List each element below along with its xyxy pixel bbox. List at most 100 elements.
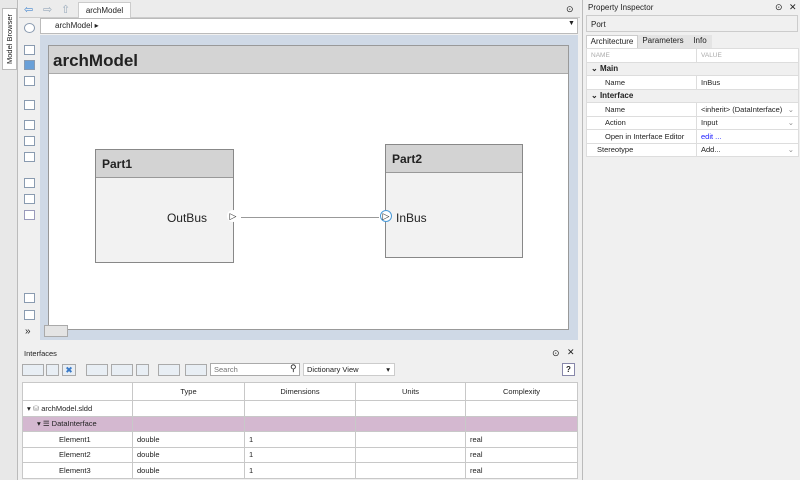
table-row[interactable]: Element2 double 1 real [22, 446, 578, 463]
inbus-port-label: InBus [396, 211, 427, 225]
table-row[interactable]: ▾ ⛁ archModel.sldd [22, 400, 578, 417]
component-icon[interactable] [24, 100, 35, 110]
diagram-canvas[interactable]: archModel Part1 OutBus ▷ Part2 InBus ▷ [40, 35, 578, 340]
element-units[interactable] [355, 431, 466, 448]
close-icon[interactable]: ✕ [567, 347, 575, 358]
element-type[interactable]: double [132, 446, 245, 463]
link-button[interactable] [158, 364, 180, 376]
up-arrow-icon[interactable]: ⇧ [61, 3, 70, 16]
breadcrumb-item[interactable]: archModel [55, 21, 92, 30]
component-part1[interactable]: Part1 OutBus ▷ [95, 149, 239, 263]
element-units[interactable] [355, 462, 466, 479]
inspector-menu-icon[interactable]: ⊙ [775, 2, 783, 13]
table-header: Type Dimensions Units Complexity [22, 382, 578, 401]
reference-icon[interactable] [24, 120, 35, 130]
section-main-label: Main [599, 64, 619, 74]
column-header-type[interactable]: Type [132, 382, 245, 401]
outbus-port-label: OutBus [166, 211, 207, 225]
hide-icon[interactable] [24, 23, 35, 33]
model-browser-tab[interactable]: Model Browser [2, 8, 17, 70]
column-header-dimensions[interactable]: Dimensions [244, 382, 356, 401]
assign-button[interactable] [185, 364, 207, 376]
connector-line[interactable] [241, 217, 379, 218]
panel-menu-icon[interactable]: ⊙ [552, 348, 560, 359]
element-units[interactable] [355, 446, 466, 463]
area-icon[interactable] [24, 210, 35, 220]
tab-menu-icon[interactable]: ⊙ [566, 4, 574, 15]
action-dropdown[interactable]: Input ⌄ [696, 115, 799, 130]
view-dropdown[interactable]: Dictionary View ▾ [303, 363, 395, 376]
action-label: Action [586, 115, 697, 130]
image-icon[interactable] [24, 194, 35, 204]
edit-link[interactable]: edit ... [696, 129, 799, 144]
value-column-header: VALUE [696, 48, 799, 63]
inbus-port[interactable]: ▷ [380, 210, 392, 222]
help-icon[interactable]: ? [562, 363, 575, 376]
search-icon: ⚲ [290, 363, 297, 373]
zoom-100-icon[interactable] [24, 76, 35, 86]
section-interface-label: Interface [599, 91, 634, 101]
element-dims[interactable]: 1 [244, 462, 356, 479]
component-part2[interactable]: Part2 InBus ▷ [380, 144, 523, 258]
tab-info[interactable]: Info [688, 35, 712, 48]
interfaces-title: Interfaces [24, 349, 57, 358]
adapter-icon[interactable] [24, 152, 35, 162]
variant-icon[interactable] [24, 136, 35, 146]
interface-name: DataInterface [51, 419, 97, 429]
column-header-complexity[interactable]: Complexity [465, 382, 578, 401]
element-name: Element3 [22, 462, 133, 479]
element-complexity[interactable]: real [465, 446, 578, 463]
outbus-port[interactable]: ▷ [227, 210, 239, 222]
back-arrow-icon[interactable]: ⇦ [24, 3, 33, 16]
section-main[interactable]: ⌄ Main [586, 61, 799, 76]
stereotype-label: Stereotype [586, 142, 697, 157]
view-icons[interactable] [44, 325, 68, 337]
column-header-units[interactable]: Units [355, 382, 466, 401]
model-browser-strip: Model Browser [0, 0, 18, 480]
breadcrumb[interactable]: archModel ▸ [40, 18, 578, 34]
stereotype-dropdown[interactable]: Add... ⌄ [696, 142, 799, 157]
add-interface-button[interactable] [22, 364, 44, 376]
properties-icon[interactable] [24, 310, 35, 320]
model-title: archModel [49, 46, 568, 74]
name-column-header: NAME [586, 48, 697, 63]
element-name: Element1 [22, 431, 133, 448]
interface-name-value: <inherit> (DataInterface) [701, 104, 783, 114]
screenshot-icon[interactable] [24, 293, 35, 303]
element-type[interactable]: double [132, 462, 245, 479]
dictionary-name: archModel.sldd [41, 403, 93, 413]
table-row[interactable]: Element3 double 1 real [22, 462, 578, 479]
action-value: Input [701, 118, 718, 128]
expand-icon[interactable]: » [25, 326, 31, 337]
add-element-button[interactable] [46, 364, 59, 376]
name-field[interactable]: InBus [696, 75, 799, 90]
tab-archmodel[interactable]: archModel [78, 2, 131, 19]
inspector-title: Property Inspector [588, 3, 654, 12]
tab-architecture[interactable]: Architecture [586, 35, 638, 48]
element-complexity[interactable]: real [465, 431, 578, 448]
section-interface[interactable]: ⌄ Interface [586, 88, 799, 103]
interface-name-dropdown[interactable]: <inherit> (DataInterface) ⌄ [696, 102, 799, 117]
delete-button[interactable]: ✖ [62, 364, 76, 376]
export-button[interactable] [111, 364, 133, 376]
table-row-selected[interactable]: ▾ ☰ DataInterface [22, 415, 578, 432]
zoom-icon[interactable] [24, 45, 35, 55]
part1-title: Part1 [96, 150, 233, 178]
tab-parameters[interactable]: Parameters [638, 35, 688, 48]
forward-arrow-icon[interactable]: ⇨ [43, 3, 52, 16]
table-row[interactable]: Element1 double 1 real [22, 431, 578, 448]
import-button[interactable] [86, 364, 108, 376]
element-name: Element2 [22, 446, 133, 463]
breadcrumb-dropdown-icon[interactable]: ▼ [568, 20, 575, 27]
inspector-close-icon[interactable]: ✕ [789, 2, 797, 13]
diagram-toolbar: » [19, 18, 40, 343]
element-complexity[interactable]: real [465, 462, 578, 479]
fit-view-icon[interactable] [24, 60, 35, 70]
column-header[interactable] [22, 382, 133, 401]
element-type[interactable]: double [132, 431, 245, 448]
element-dims[interactable]: 1 [244, 431, 356, 448]
annotation-icon[interactable] [24, 178, 35, 188]
save-button[interactable] [136, 364, 149, 376]
search-input[interactable] [210, 363, 300, 376]
element-dims[interactable]: 1 [244, 446, 356, 463]
